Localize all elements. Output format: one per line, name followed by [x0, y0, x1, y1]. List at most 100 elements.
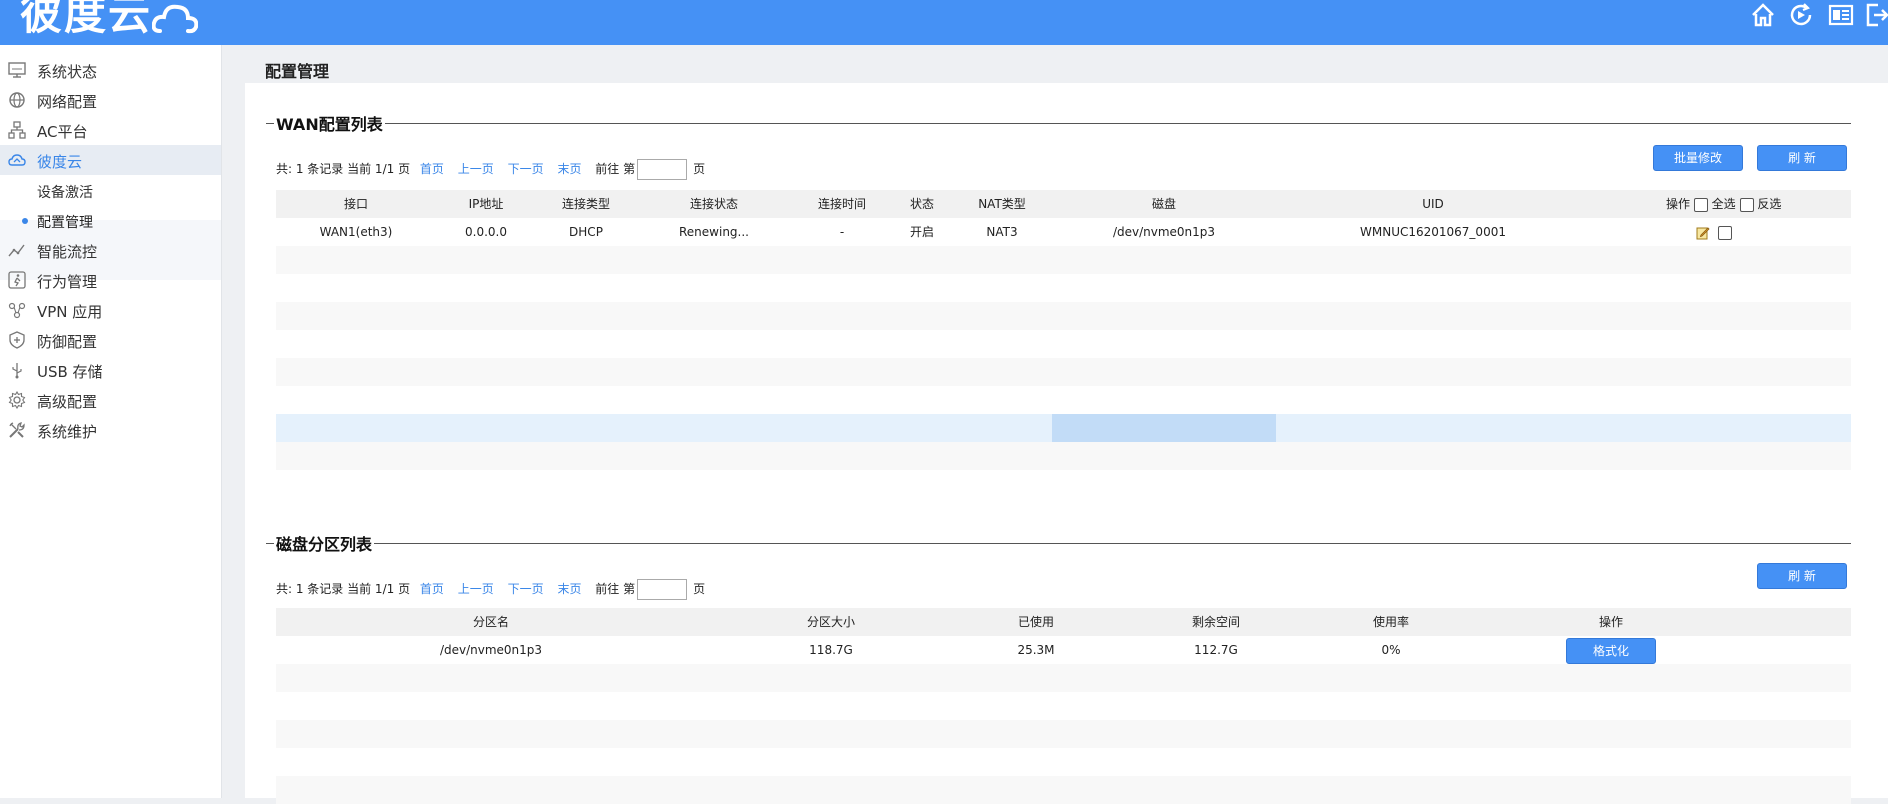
table-row-empty	[276, 246, 1851, 274]
cell-conn-time: -	[839, 225, 845, 239]
column-header: UID	[1422, 197, 1444, 211]
tools-icon	[9, 422, 25, 438]
cell-usage-rate: 0%	[1381, 643, 1401, 657]
logout-icon[interactable]	[1864, 2, 1888, 28]
cell-interface: WAN1(eth3)	[319, 225, 393, 239]
table-row-empty	[276, 358, 1851, 386]
usb-icon	[12, 363, 22, 379]
row-select-checkbox[interactable]	[1717, 225, 1732, 240]
sidebar-item-system-status[interactable]: 系统状态	[0, 55, 221, 85]
table-row-empty	[276, 330, 1851, 358]
sidebar-item-vpn[interactable]: VPN 应用	[0, 295, 221, 325]
table-row-hover[interactable]	[276, 414, 1851, 442]
disk-pager: 共: 1 条记录 当前 1/1 页 首页 上一页 下一页 末页 前往 第 页	[276, 579, 711, 600]
sidebar-item-label: 系统维护	[37, 423, 98, 441]
pager-last-link[interactable]: 末页	[557, 582, 581, 596]
table-header-row: 接口 IP地址 连接类型 连接状态 连接时间 状态 NAT类型 磁盘 UID 操…	[276, 190, 1851, 218]
sidebar-item-advanced-config[interactable]: 高级配置	[0, 385, 221, 415]
sidebar-item-label: 系统状态	[37, 63, 98, 81]
page-number-input[interactable]	[637, 579, 688, 600]
sidebar-item-label: USB 存储	[37, 363, 103, 381]
pager-next-link[interactable]: 下一页	[508, 162, 544, 176]
sidebar-subitem-config-management[interactable]: 配置管理	[0, 205, 221, 235]
page-number-input[interactable]	[637, 159, 688, 180]
sidebar-item-system-maintenance[interactable]: 系统维护	[0, 415, 221, 445]
disk-refresh-button[interactable]: 刷 新	[1757, 563, 1847, 589]
cell-conn-status: Renewing...	[679, 225, 749, 239]
batch-modify-button[interactable]: 批量修改	[1653, 145, 1743, 171]
sidebar-item-network-config[interactable]: 网络配置	[0, 85, 221, 115]
pager-prev-link[interactable]: 上一页	[458, 162, 494, 176]
refresh-play-icon[interactable]	[1788, 2, 1814, 28]
pager-prev-link[interactable]: 上一页	[458, 582, 494, 596]
pager-first-link[interactable]: 首页	[420, 162, 444, 176]
sidebar-item-label: 彼度云	[37, 153, 83, 171]
cloud-logo-icon	[152, 4, 199, 33]
sidebar-item-smart-flow[interactable]: 智能流控	[0, 235, 221, 265]
pager-goto-suffix: 页	[693, 162, 706, 176]
table-row-empty	[276, 302, 1851, 330]
pager-last-link[interactable]: 末页	[557, 162, 581, 176]
home-icon[interactable]	[1750, 2, 1776, 28]
wan-pager: 共: 1 条记录 当前 1/1 页 首页 上一页 下一页 末页 前往 第 页	[276, 159, 711, 180]
cell-free-space: 112.7G	[1194, 643, 1238, 657]
sidebar-item-usb-storage[interactable]: USB 存储	[0, 355, 221, 385]
gear-icon	[8, 391, 26, 409]
sidebar-item-label: 高级配置	[37, 393, 98, 411]
current-dot-icon	[22, 218, 28, 224]
table-row-empty	[276, 692, 1851, 720]
logo-text: 彼度云	[20, 0, 153, 39]
vpn-icon	[8, 302, 26, 319]
table-row-empty	[276, 442, 1851, 470]
pager-goto-prefix: 前往 第	[595, 162, 636, 176]
sidebar-subitem-label: 设备激活	[37, 185, 93, 201]
select-all-checkbox[interactable]	[1693, 197, 1708, 212]
sidebar-subitem-label: 配置管理	[37, 215, 93, 231]
top-header: 彼度云	[0, 0, 1888, 45]
cell-used: 25.3M	[1017, 643, 1055, 657]
column-header: 连接类型	[561, 197, 610, 211]
table-row[interactable]: WAN1(eth3) 0.0.0.0 DHCP Renewing... - 开启…	[276, 218, 1851, 246]
table-row-empty	[276, 274, 1851, 302]
disk-section-title: 磁盘分区列表	[274, 531, 375, 555]
wan-section-title: WAN配置列表	[274, 111, 385, 135]
sidebar-item-defense-config[interactable]: 防御配置	[0, 325, 221, 355]
column-header: 连接状态	[689, 197, 738, 211]
monitor-icon	[8, 62, 26, 78]
sidebar-item-label: AC平台	[37, 123, 88, 141]
pager-summary: 共: 1 条记录 当前 1/1 页	[276, 582, 411, 596]
pager-first-link[interactable]: 首页	[420, 582, 444, 596]
column-header: NAT类型	[978, 197, 1026, 211]
cell-partition-size: 118.7G	[809, 643, 853, 657]
table-header-row: 分区名 分区大小 已使用 剩余空间 使用率 操作	[276, 608, 1851, 636]
wan-refresh-button[interactable]: 刷 新	[1757, 145, 1847, 171]
column-header: 状态	[909, 197, 934, 211]
sidebar-subitem-device-activation[interactable]: 设备激活	[0, 175, 221, 205]
table-row-empty	[276, 386, 1851, 414]
globe-icon	[9, 92, 25, 108]
column-header: IP地址	[468, 197, 504, 211]
cell-nat-type: NAT3	[986, 225, 1018, 239]
trend-icon	[8, 244, 25, 257]
table-row-empty	[276, 664, 1851, 692]
sidebar-item-label: 行为管理	[37, 273, 98, 291]
ops-header: 操作 全选 反选	[1666, 190, 1786, 218]
wan-section-divider	[266, 123, 1851, 124]
sidebar-item-ac-platform[interactable]: AC平台	[0, 115, 221, 145]
table-row[interactable]: /dev/nvme0n1p3 118.7G 25.3M 112.7G 0% 格式…	[276, 636, 1851, 664]
cell-state: 开启	[909, 225, 934, 239]
sidebar-item-bidu-cloud[interactable]: 彼度云	[0, 145, 221, 175]
panel-icon[interactable]	[1828, 2, 1854, 28]
sidebar-item-behavior-management[interactable]: 行为管理	[0, 265, 221, 295]
column-header: 连接时间	[817, 197, 866, 211]
column-header: 分区名	[472, 615, 509, 629]
table-row-empty	[276, 720, 1851, 748]
cell-ops	[1666, 218, 1786, 246]
invert-select-checkbox[interactable]	[1739, 197, 1754, 212]
cell-ops: 格式化	[1466, 636, 1756, 664]
format-button[interactable]: 格式化	[1566, 638, 1656, 664]
hover-cell-highlight	[1052, 414, 1276, 442]
pager-next-link[interactable]: 下一页	[508, 582, 544, 596]
edit-icon[interactable]	[1696, 226, 1710, 240]
sidebar-item-label: 网络配置	[37, 93, 98, 111]
